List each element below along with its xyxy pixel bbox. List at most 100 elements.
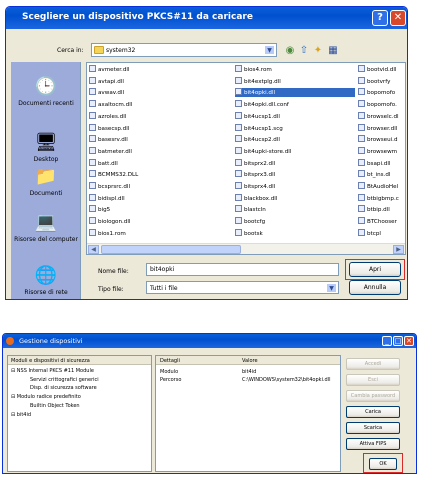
file-item[interactable]: azroles.dll [89,111,219,121]
file-item[interactable]: browsewm [358,146,405,156]
file-item[interactable]: bootvid.dll [358,65,405,74]
filename-input[interactable]: bit4opki [146,263,339,276]
help-button[interactable]: ? [372,10,388,26]
file-icon [89,170,96,178]
file-item[interactable]: axaltocm.dll [89,100,219,109]
file-item[interactable]: avtapi.dll [89,76,219,86]
file-name: avwav.dll [98,90,125,97]
scroll-left-icon[interactable]: ◀ [88,245,99,254]
load-button[interactable]: Carica [346,406,400,418]
file-item[interactable]: bitsprx4.dll [235,182,355,191]
file-name: batmeter.dll [98,148,132,155]
file-item[interactable]: btcpl [358,228,405,238]
file-item[interactable]: bitsprx3.dll [235,170,355,179]
file-item[interactable]: BTChooser [358,217,405,226]
file-icon [89,111,96,119]
file-item[interactable]: biologon.dll [89,217,219,226]
file-item[interactable]: batt.dll [89,158,219,168]
tree-item[interactable]: ⊟ NSS Internal PKCS #11 Module [11,368,94,374]
module-tree[interactable]: Moduli e dispositivi di sicurezza ⊟ NSS … [7,355,152,472]
file-item[interactable]: basesrv.dll [89,135,219,144]
file-icon [358,146,365,154]
file-item[interactable]: bidispl.dll [89,193,219,203]
filetype-combo[interactable]: Tutti i file ▼ [146,281,339,294]
file-icon [235,146,242,154]
place-desktop[interactable]: 🖥 Desktop [11,132,81,163]
file-item[interactable]: avwav.dll [89,88,219,97]
file-icon [89,123,96,131]
horizontal-scrollbar[interactable]: ◀ ▶ [87,243,405,254]
file-item[interactable]: bootcfg [235,217,355,226]
look-in-combo[interactable]: system32 ▼ [91,43,277,57]
file-item[interactable]: btbip.dll [358,205,405,214]
file-item[interactable]: bsapi.dll [358,158,405,168]
tree-item[interactable]: ⊟ Modulo radice predefinito [11,394,81,400]
unload-button[interactable]: Scarica [346,422,400,434]
file-item[interactable]: avmeter.dll [89,65,219,74]
login-button[interactable]: Accedi [346,358,400,370]
chevron-down-icon[interactable]: ▼ [326,283,337,293]
file-item[interactable]: browselc.dl [358,111,405,121]
scroll-thumb[interactable] [101,245,241,254]
file-item[interactable]: bit4ucsp2.dll [235,135,355,144]
view-menu-icon[interactable]: ▦ [327,45,339,57]
enable-fips-button[interactable]: Attiva FIPS [346,438,400,450]
tree-item[interactable]: ⊟ bit4id [11,412,31,418]
tree-item[interactable]: Disp. di sicurezza software [30,385,97,391]
file-item[interactable]: bios4.rom [235,65,355,74]
file-item[interactable]: bit4upki-store.dll [235,146,355,156]
file-icon [358,76,365,84]
file-item[interactable]: bit4opki.dll.conf [235,100,355,109]
place-documents[interactable]: 📁 Documenti [11,166,81,197]
tree-item[interactable]: Servizi crittografici generici [30,377,99,383]
close-button[interactable]: ✕ [390,10,406,26]
file-item[interactable]: blastcln [235,205,355,214]
file-item[interactable]: basecsp.dll [89,123,219,133]
file-item[interactable]: bootvrfy [358,76,405,86]
tree-item[interactable]: Builtin Object Token [30,403,80,409]
file-item[interactable]: bt_ins.dl [358,170,405,179]
file-item[interactable]: browseui.d [358,135,405,144]
file-item[interactable]: bit4extplg.dll [235,76,355,86]
file-icon [235,65,242,72]
file-item[interactable]: batmeter.dll [89,146,219,156]
file-item[interactable]: BCMMS32.DLL [89,170,219,179]
file-item[interactable]: bitsprx2.dll [235,158,355,168]
place-computer[interactable]: 💻 Risorse del computer [11,212,81,243]
file-item[interactable]: bopomofo. [358,100,405,109]
file-icon [89,65,96,72]
file-item[interactable]: bit4ucsp1.scg [235,123,355,133]
file-name: bit4upki-store.dll [244,148,292,155]
file-item[interactable]: bopomofo [358,88,405,97]
place-network[interactable]: 🌐 Risorse di rete [11,265,81,296]
chevron-down-icon[interactable]: ▼ [264,45,275,55]
file-item[interactable]: bcsprsrc.dll [89,182,219,191]
minimize-button[interactable]: _ [382,336,392,346]
place-recent[interactable]: 🕒 Documenti recenti [11,76,81,107]
file-icon [235,135,242,143]
file-name: bootvid.dll [367,67,397,73]
file-list[interactable]: ◀ ▶ avmeter.dll avtapi.dll avwav.dll axalto… [86,62,406,255]
file-item[interactable]: bootsk [235,228,355,238]
cancel-button[interactable]: Annulla [349,280,401,295]
up-folder-icon[interactable]: ⇧ [298,45,310,57]
file-item[interactable]: bit4ucsp1.dll [235,111,355,121]
back-icon[interactable]: ◉ [284,45,296,57]
file-name: bitsprx4.dll [244,184,276,190]
file-item[interactable]: BtAudioHel [358,182,405,191]
file-name: btbip.dll [367,207,390,214]
file-item[interactable]: browser.dll [358,123,405,133]
close-button[interactable]: ✕ [404,336,414,346]
new-folder-icon[interactable]: ✦ [312,45,324,57]
file-item[interactable]: bit4opki.dll [235,88,355,98]
file-item[interactable]: blackbox.dll [235,193,355,203]
file-item[interactable]: btbigbmp.c [358,193,405,203]
logout-button[interactable]: Esci [346,374,400,386]
file-name: btbigbmp.c [367,195,399,202]
change-password-button[interactable]: Cambia password [346,390,400,402]
file-item[interactable]: bios1.rom [89,228,219,238]
scroll-right-icon[interactable]: ▶ [393,245,404,254]
maximize-button[interactable]: □ [393,336,403,346]
file-item[interactable]: big5 [89,205,219,214]
file-name: biologon.dll [98,219,131,226]
